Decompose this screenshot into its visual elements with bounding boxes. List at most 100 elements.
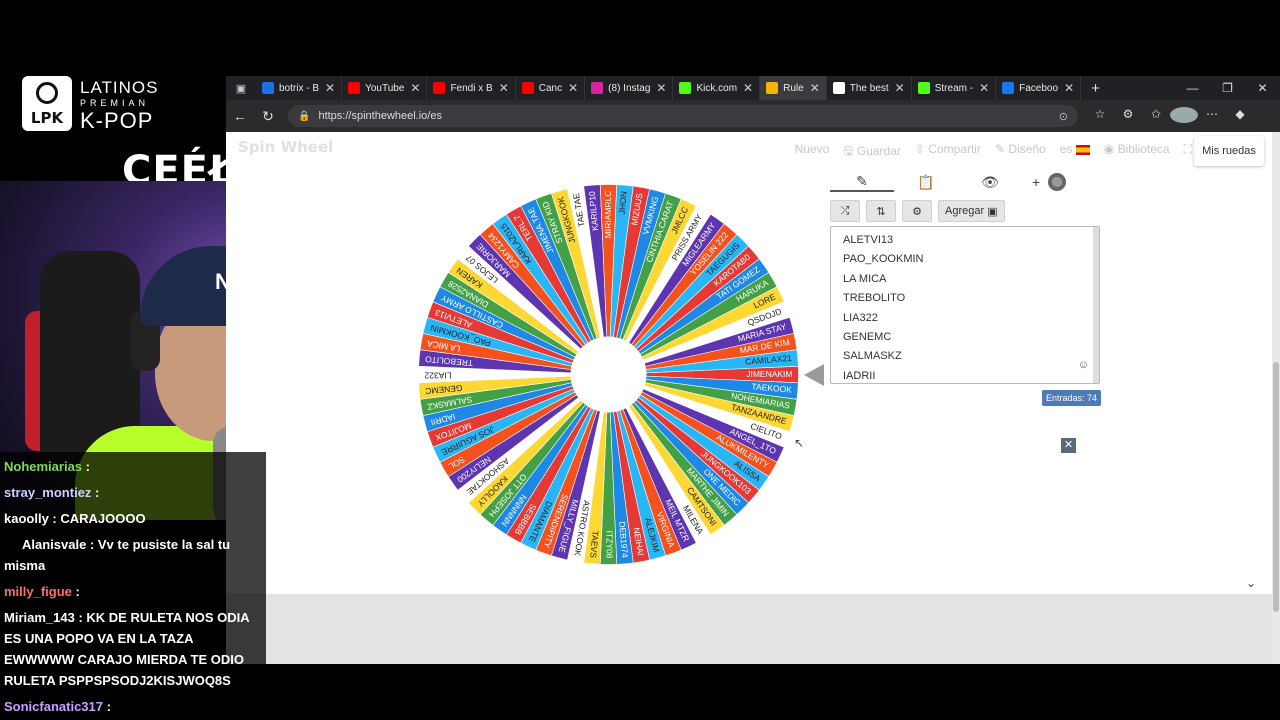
site-logo[interactable]: Spin Wheel [238, 138, 333, 156]
entry-line[interactable]: IADRII [843, 367, 1087, 383]
browser-tab[interactable]: Fendi x B ✕ [427, 76, 516, 100]
settings-button[interactable]: ⚙ [902, 200, 932, 222]
entries-textarea[interactable]: ALETVI13 PAO_KOOKMIN LA MICA TREBOLITO LIA32… [830, 226, 1100, 384]
chat-username[interactable]: stray_montiez [4, 485, 91, 500]
mouse-cursor-icon: ↖ [794, 436, 805, 450]
emoji-icon[interactable]: ☺ [1078, 359, 1089, 371]
browser-tab[interactable]: (8) Instag ✕ [585, 76, 674, 100]
entry-line[interactable]: LA MICA [843, 270, 1087, 289]
profile-avatar[interactable] [1170, 106, 1198, 126]
web-page: Spin Wheel Nuevo 🖫 Guardar ⇪ Compartir ✎… [226, 132, 1272, 664]
chat-message: kaoolly : CARAJOOOO [4, 511, 146, 526]
chat-message: misma [4, 555, 45, 576]
fullscreen-icon[interactable]: ⛶ [1184, 142, 1192, 163]
nav-save[interactable]: 🖫 Guardar [843, 142, 901, 163]
nav-language[interactable]: es [1060, 142, 1090, 163]
browser-tab[interactable]: The best ✕ [827, 76, 912, 100]
my-wheels-button[interactable]: Mis ruedas [1194, 136, 1264, 166]
url-field[interactable]: 🔒 https://spinthewheel.io/es ⊙ [288, 105, 1078, 127]
tab-close-icon[interactable]: ✕ [656, 81, 666, 95]
tab-close-icon[interactable]: ✕ [568, 81, 578, 95]
chat-message: RULETA PSPPSPSODJ2KISJWOQ8S [4, 670, 231, 691]
tab-strip: botrix - B ✕ YouTube ✕ Fendi x B ✕ Canc ✕ (8) In… [256, 76, 1082, 100]
panel-tabs: ✎ 📋 👁 + [830, 170, 1096, 194]
entry-line[interactable]: TREBOLITO [843, 289, 1087, 308]
chat-text: EWWWWW CARAJO MIERDA TE ODIO [4, 652, 244, 667]
more-menu-icon[interactable]: ⋯ [1198, 107, 1226, 126]
restore-icon[interactable]: ❐ [1210, 81, 1245, 95]
entry-line[interactable]: ALETVI13 [843, 231, 1087, 250]
tab-close-icon[interactable]: ✕ [979, 81, 989, 95]
entries-scrollbar[interactable] [1093, 227, 1099, 383]
shuffle-button[interactable]: ⤮ [830, 200, 860, 222]
chat-username[interactable]: Nohemiarias [4, 459, 82, 474]
lpk-logo-text: LPK [30, 109, 64, 127]
favorite-star-icon[interactable]: ☆ [1086, 107, 1114, 126]
browser-tab[interactable]: Faceboo ✕ [996, 76, 1082, 100]
new-tab-button[interactable]: + [1081, 80, 1110, 97]
tab-add-wheel[interactable]: + [1032, 173, 1067, 191]
extensions-icon[interactable]: ⚙ [1114, 107, 1142, 126]
tab-favicon-icon [766, 82, 779, 94]
tab-label: Fendi x B [450, 82, 493, 94]
entry-line[interactable]: PAO_KOOKMIN [843, 250, 1087, 269]
page-scrollbar[interactable] [1272, 132, 1280, 664]
tab-label: Stream - [934, 82, 974, 94]
close-ad-icon[interactable]: ✕ [1061, 438, 1076, 453]
nav-library[interactable]: ◉ Biblioteca [1104, 142, 1170, 163]
chat-username[interactable]: Sonicfanatic317 [4, 699, 103, 714]
tab-close-icon[interactable]: ✕ [410, 81, 420, 95]
entries-count-badge: Entradas: 74 [1042, 390, 1102, 406]
browser-tab[interactable]: Stream - ✕ [912, 76, 997, 100]
close-icon[interactable]: ✕ [1245, 81, 1280, 95]
tab-close-icon[interactable]: ✕ [895, 81, 905, 95]
reader-icon[interactable]: ⊙ [1059, 110, 1068, 123]
reload-icon[interactable]: ↻ [254, 108, 282, 125]
tab-favicon-icon [521, 82, 534, 94]
scrollbar-thumb[interactable] [1273, 362, 1279, 612]
tab-edit-icon[interactable]: ✎ [830, 173, 894, 192]
browser-tab[interactable]: Kick.com ✕ [673, 76, 761, 100]
entry-line[interactable]: LIA322 [843, 309, 1087, 328]
chat-username[interactable]: Miriam_143 [4, 610, 75, 625]
add-image-button[interactable]: Agregar ▣ [938, 200, 1005, 222]
plus-icon: + [1032, 174, 1041, 190]
chevron-down-icon[interactable]: ⌄ [1246, 576, 1256, 590]
spin-wheel[interactable]: JIMENAKIM TAEKOOK NOHEMIARIAS TANZAANDRE CIE… [416, 182, 801, 567]
nav-new[interactable]: Nuevo [795, 142, 830, 163]
back-icon[interactable]: ← [226, 108, 254, 124]
entry-line[interactable]: SALMASKZ [843, 347, 1087, 366]
wheel-segment-label: MIRIAMRLC [603, 191, 613, 239]
tab-actions-icon[interactable]: ▣ [226, 76, 256, 100]
wheel-center[interactable] [570, 336, 647, 413]
brand-line1: LATINOS [80, 78, 159, 97]
address-bar: ← ↻ 🔒 https://spinthewheel.io/es ⊙ ☆ ⚙ ✩… [226, 100, 1280, 132]
entry-line[interactable]: GENEMC [843, 328, 1087, 347]
browser-tab[interactable]: Rule ✕ [760, 76, 827, 100]
chat-username[interactable]: Alanisvale [22, 537, 86, 552]
tab-results-icon[interactable]: 📋 [894, 174, 958, 191]
tab-close-icon[interactable]: ✕ [1064, 81, 1074, 95]
tab-favicon-icon [591, 82, 604, 94]
nav-design[interactable]: ✎ Diseño [995, 142, 1046, 163]
browser-tab[interactable]: botrix - B ✕ [256, 76, 343, 100]
browser-tab[interactable]: YouTube ✕ [342, 76, 428, 100]
favorites-icon[interactable]: ✩ [1142, 107, 1170, 126]
tab-close-icon[interactable]: ✕ [499, 81, 509, 95]
sort-button[interactable]: ⇅ [866, 200, 896, 222]
tab-close-icon[interactable]: ✕ [810, 81, 820, 95]
tab-close-icon[interactable]: ✕ [325, 81, 335, 95]
wheel-segment-label: JIMENAKIM [746, 369, 792, 379]
screen: LPK LATINOS PREMIAN K-POP CEÉŁ NY ▣ botr… [0, 0, 1280, 720]
browser-tab[interactable]: Canc ✕ [516, 76, 586, 100]
tab-close-icon[interactable]: ✕ [743, 81, 753, 95]
nav-share[interactable]: ⇪ Compartir [915, 142, 981, 163]
copilot-icon[interactable]: ◆ [1226, 107, 1254, 126]
chat-username[interactable]: kaoolly [4, 511, 49, 526]
chat-username[interactable]: milly_figue [4, 584, 72, 599]
tab-hide-icon[interactable]: 👁 [958, 174, 1022, 191]
minimize-icon[interactable]: — [1175, 81, 1210, 95]
wheel-pointer [804, 364, 824, 386]
spain-flag-icon [1075, 144, 1090, 155]
tab-label: Faceboo [1019, 82, 1059, 94]
